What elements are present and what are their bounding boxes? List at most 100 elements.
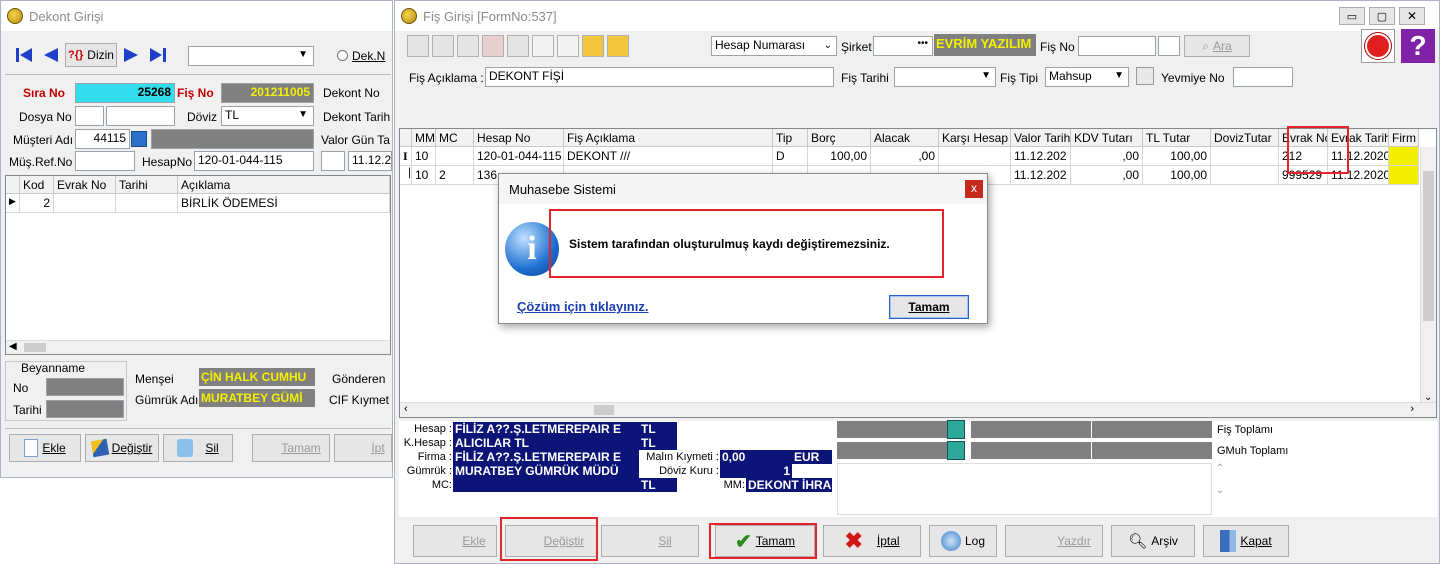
col-firm[interactable]: Firm xyxy=(1389,129,1419,147)
valor-days-field[interactable] xyxy=(321,151,345,171)
col-kdv-tutari[interactable]: KDV Tutarı xyxy=(1071,129,1143,147)
col-kod[interactable]: Kod xyxy=(20,176,54,194)
cell-hesap-no[interactable]: 120-01-044-115 xyxy=(474,147,564,166)
cell-kod[interactable]: 2 xyxy=(20,194,54,213)
dizin-button[interactable]: ?{} Dizin xyxy=(65,43,117,67)
col-tip[interactable]: Tip xyxy=(773,129,808,147)
col-aciklama[interactable]: Açıklama xyxy=(178,176,390,194)
lookup-icon[interactable] xyxy=(131,131,147,147)
cell-mc[interactable] xyxy=(436,147,474,166)
dosya-no-field-1[interactable] xyxy=(75,106,104,126)
main-sil-button[interactable]: Sil xyxy=(601,525,699,557)
col-mc[interactable]: MC xyxy=(436,129,474,147)
dialog-ok-button[interactable]: Tamam xyxy=(889,295,969,319)
yevmiye-field[interactable] xyxy=(1233,67,1293,87)
fis-no-suffix-input[interactable] xyxy=(1158,36,1180,56)
scroll-thumb[interactable] xyxy=(24,343,46,352)
cell-valor-tarih[interactable]: 11.12.202 xyxy=(1011,166,1071,185)
vertical-scrollbar[interactable]: ⌄ xyxy=(1420,147,1436,403)
main-iptal-button[interactable]: ✖ İptal xyxy=(823,525,921,557)
col-doviz-tutar[interactable]: DovizTutar xyxy=(1211,129,1279,147)
left-tamam-button[interactable]: Tamam xyxy=(252,434,330,462)
dekont-select[interactable]: ▼ xyxy=(188,46,314,66)
notes-scrollbar[interactable]: ⌃ ⌄ xyxy=(1212,463,1228,515)
tool-add-lock-icon[interactable] xyxy=(607,35,629,57)
left-iptal-button[interactable]: İpt xyxy=(334,434,392,462)
document-tool-icon[interactable] xyxy=(1136,67,1154,85)
col-evrak-no[interactable]: Evrak No xyxy=(54,176,116,194)
left-degistir-button[interactable]: Değiştir xyxy=(85,434,159,462)
col-fis-aciklama[interactable]: Fiş Açıklama xyxy=(564,129,773,147)
cell-valor-tarih[interactable]: 11.12.202 xyxy=(1011,147,1071,166)
fis-no-field[interactable]: 201211005 xyxy=(221,83,314,103)
hesap-numarasi-select[interactable]: Hesap Numarası ⌄ xyxy=(711,36,837,56)
tool-document-icon[interactable] xyxy=(532,35,554,57)
col-karsi-hesap[interactable]: Karşı Hesap xyxy=(939,129,1011,147)
main-log-button[interactable]: Log xyxy=(929,525,997,557)
col-tarihi[interactable]: Tarihi xyxy=(116,176,178,194)
musteri-code-field[interactable]: 44115 xyxy=(75,129,130,149)
horizontal-scrollbar[interactable]: ‹ › xyxy=(400,402,1436,417)
dek-n-radio[interactable]: Dek.N xyxy=(337,49,385,63)
prev-record-icon[interactable] xyxy=(39,43,61,67)
cell-alacak[interactable]: ,00 xyxy=(871,147,939,166)
sirket-code-field[interactable]: ••• xyxy=(873,36,933,56)
col-mm[interactable]: MM xyxy=(412,129,436,147)
cell-kdv-tutari[interactable]: ,00 xyxy=(1071,166,1143,185)
scroll-thumb[interactable] xyxy=(1423,171,1434,321)
cell-mm[interactable]: 10 xyxy=(412,147,436,166)
last-record-icon[interactable] xyxy=(147,43,169,67)
cell-doviz-tutar[interactable] xyxy=(1211,147,1279,166)
col-hesap-no[interactable]: Hesap No xyxy=(474,129,564,147)
cell-tl-tutar[interactable]: 100,00 xyxy=(1143,166,1211,185)
cell-mm[interactable]: 10 xyxy=(412,166,436,185)
dialog-solution-link[interactable]: Çözüm için tıklayınız. xyxy=(517,299,648,314)
notification-bell-icon[interactable] xyxy=(1361,29,1395,63)
left-ekle-button[interactable]: Ekle xyxy=(9,434,81,462)
dialog-close-icon[interactable]: x xyxy=(965,180,983,198)
ara-button[interactable]: ⌕ Ara xyxy=(1184,35,1250,57)
calculator-icon[interactable] xyxy=(947,420,965,439)
cell-tip[interactable]: D xyxy=(773,147,808,166)
table-row[interactable]: ▶ 2 BİRLİK ÖDEMESİ xyxy=(6,194,390,213)
main-yazdir-button[interactable]: Yazdır xyxy=(1005,525,1103,557)
main-arsiv-button[interactable]: 🔍︎ Arşiv xyxy=(1111,525,1195,557)
col-tl-tutar[interactable]: TL Tutar xyxy=(1143,129,1211,147)
left-sil-button[interactable]: Sil xyxy=(163,434,233,462)
fis-tarihi-select[interactable]: ▼ xyxy=(894,67,996,87)
fis-no-input[interactable] xyxy=(1078,36,1156,56)
hesapno-field[interactable]: 120-01-044-115 xyxy=(194,151,314,171)
cell-firm[interactable] xyxy=(1389,166,1419,185)
horizontal-scrollbar[interactable]: ◀ xyxy=(6,340,390,354)
sira-no-field[interactable]: 25268 xyxy=(75,83,175,103)
cell-firm[interactable] xyxy=(1389,147,1419,166)
cell-karsi-hesap[interactable] xyxy=(939,147,1011,166)
doviz-select[interactable]: TL ▼ xyxy=(221,106,314,126)
maximize-icon[interactable]: ▢ xyxy=(1369,7,1395,25)
calculator-icon[interactable] xyxy=(947,441,965,460)
cell-fis-aciklama[interactable]: DEKONT /// xyxy=(564,147,773,166)
mus-ref-field[interactable] xyxy=(75,151,135,171)
tool-report-icon[interactable] xyxy=(482,35,504,57)
close-icon[interactable]: ✕ xyxy=(1399,7,1425,25)
col-borc[interactable]: Borç xyxy=(808,129,871,147)
fis-aciklama-field[interactable]: DEKONT FİŞİ xyxy=(485,67,834,87)
tool-calc-icon[interactable] xyxy=(457,35,479,57)
tool-line-icon-2[interactable] xyxy=(432,35,454,57)
cell-borc[interactable]: 100,00 xyxy=(808,147,871,166)
dosya-no-field-2[interactable] xyxy=(106,106,175,126)
cell-doviz-tutar[interactable] xyxy=(1211,166,1279,185)
cell-tl-tutar[interactable]: 100,00 xyxy=(1143,147,1211,166)
tool-settings-icon[interactable] xyxy=(507,35,529,57)
minimize-icon[interactable]: ▭ xyxy=(1339,7,1365,25)
tool-lock-icon[interactable] xyxy=(582,35,604,57)
cell-tarihi[interactable] xyxy=(116,194,178,213)
cell-aciklama[interactable]: BİRLİK ÖDEMESİ xyxy=(178,194,390,213)
tool-line-icon[interactable] xyxy=(407,35,429,57)
scroll-thumb[interactable] xyxy=(594,405,614,415)
col-valor-tarih[interactable]: Valor Tarih xyxy=(1011,129,1071,147)
first-record-icon[interactable] xyxy=(13,43,35,67)
help-icon[interactable]: ? xyxy=(1401,29,1435,63)
next-record-icon[interactable] xyxy=(121,43,143,67)
fis-tipi-select[interactable]: Mahsup ▼ xyxy=(1045,67,1129,87)
